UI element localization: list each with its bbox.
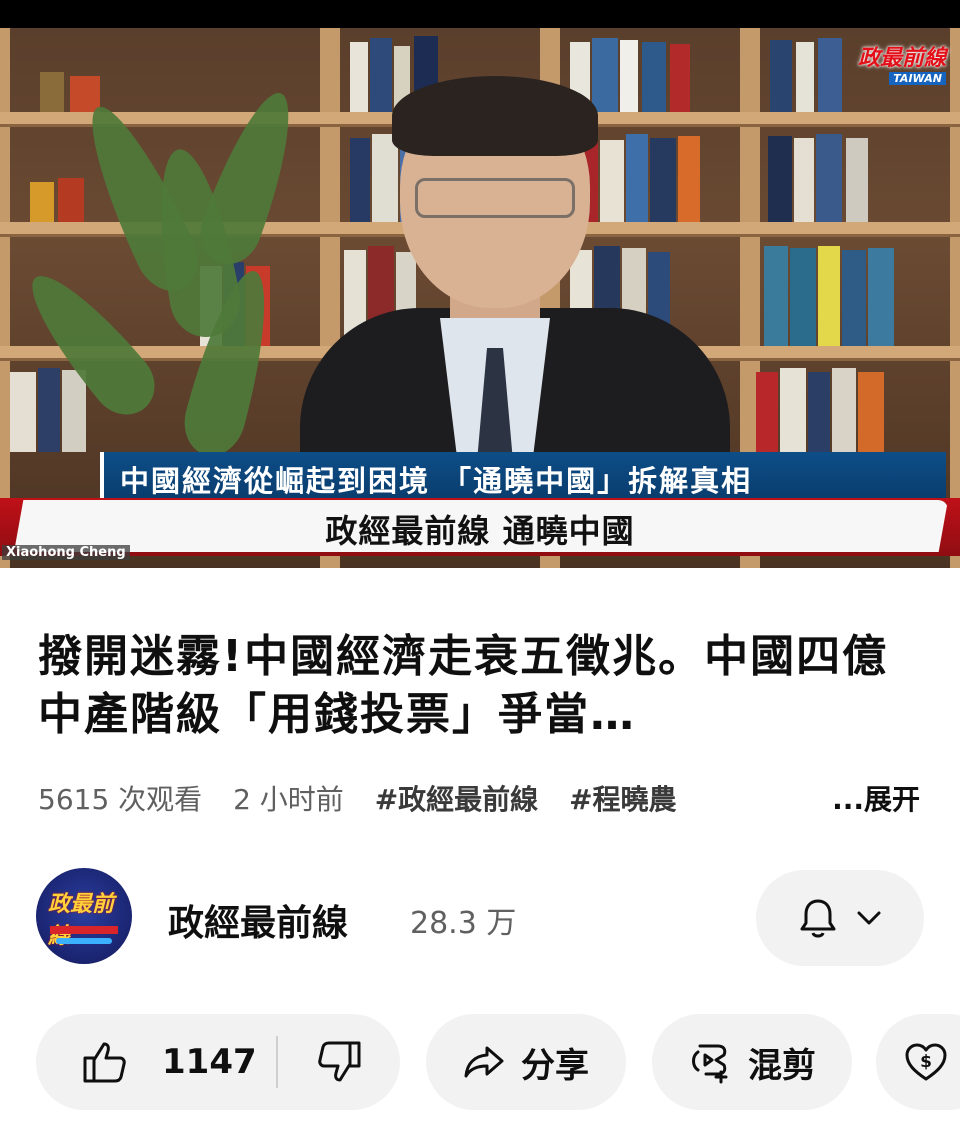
hashtag[interactable]: #程曉農 [569,783,676,816]
chevron-down-icon [856,910,882,926]
status-bar [0,0,960,28]
channel-name[interactable]: 政經最前線 [168,894,348,946]
like-button[interactable]: 1147 [36,1014,276,1110]
dislike-button[interactable] [278,1014,400,1110]
thumbs-up-icon [82,1039,128,1085]
upload-time: 2 小时前 [233,783,344,816]
share-icon [463,1044,505,1080]
share-button[interactable]: 分享 [426,1014,626,1110]
video-title[interactable]: 撥開迷霧!中國經濟走衰五徵兆。中國四億中產階級「用錢投票」爭當… [38,628,928,744]
thanks-button[interactable]: $ [876,1014,960,1110]
like-dislike-group: 1147 [36,1014,400,1110]
thanks-icon: $ [904,1041,948,1083]
video-meta-row[interactable]: 5615 次观看 2 小时前 #政經最前線 #程曉農 ...展开 [38,778,928,818]
remix-label: 混剪 [748,1045,816,1086]
banner-text: 政經最前線 通曉中國 [325,512,635,550]
remix-icon [688,1040,732,1084]
video-player[interactable]: 政最前線 TAIWAN 中國經濟從崛起到困境 「通曉中國」拆解真相 政經最前線 … [0,28,960,568]
remix-button[interactable]: 混剪 [652,1014,852,1110]
presenter-figure [280,68,750,528]
bell-icon [798,896,838,940]
channel-watermark-logo: 政最前線 TAIWAN [857,45,946,85]
share-label: 分享 [521,1045,589,1086]
view-count: 5615 次观看 [38,783,203,816]
expand-description-button[interactable]: ...展开 [796,778,920,818]
subscription-bell-button[interactable] [756,870,924,966]
svg-text:$: $ [920,1052,932,1072]
lower-third-text: 中國經濟從崛起到困境 「通曉中國」拆解真相 [120,464,753,498]
hashtag[interactable]: #政經最前線 [375,783,538,816]
thumbs-down-icon [316,1039,362,1085]
presenter-name-tag: Xiaohong Cheng [2,545,130,560]
channel-avatar[interactable]: 政最前線 [36,868,132,964]
lower-third-caption: 中國經濟從崛起到困境 「通曉中國」拆解真相 [100,452,946,498]
subscriber-count: 28.3 万 [410,906,517,941]
like-count: 1147 [162,1042,257,1082]
